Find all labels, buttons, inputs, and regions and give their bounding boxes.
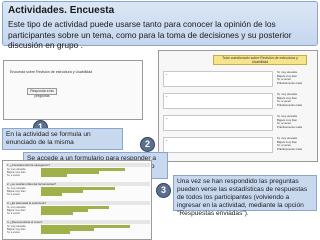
form-header: Todo cuestionario sobre Revisión de estr… <box>213 55 307 65</box>
question-3[interactable]: * <box>163 115 273 131</box>
result-question: 4. ¿Recomendaría el curso? <box>6 220 150 224</box>
page-title: Actividades. Encuesta <box>8 5 115 16</box>
result-question: 1. ¿Considera fácil la navegación? <box>6 163 150 167</box>
result-block: 4. ¿Recomendaría el curso? Si, muy elevad… <box>6 220 150 234</box>
survey-title-line: Encuesta sobre Revisión de estructura y … <box>10 70 93 74</box>
note-step-1: En la actividad se formula un enunciado … <box>2 128 123 150</box>
results-panel: 1. ¿Considera fácil la navegación? Si, mu… <box>2 160 152 240</box>
question-marker: * <box>166 73 168 77</box>
result-question: 2. ¿Le resultan útiles las herramientas? <box>6 182 150 186</box>
note-step-3: Una vez se han respondido las preguntas … <box>173 175 317 217</box>
option[interactable]: Prácticamente nada <box>277 81 315 86</box>
options-1[interactable]: Si, muy elevada Bajo/a muy bien Sí, a ve… <box>277 70 315 87</box>
options-3[interactable]: Si, muy elevada Bajo/a muy bien Sí, a ve… <box>277 114 315 131</box>
question-marker: * <box>166 95 168 99</box>
survey-intro-panel: Encuesta sobre Revisión de estructura y … <box>3 60 143 120</box>
step-2-badge: 2 <box>140 137 155 152</box>
result-option-label: Sí, a veces <box>7 193 20 196</box>
question-marker: * <box>166 139 168 143</box>
result-option-label: Sí, a veces <box>7 174 20 177</box>
question-marker: * <box>166 117 168 121</box>
result-question: 3. ¿Es adecuada la estructura? <box>6 201 150 205</box>
options-4[interactable]: Si, muy elevada Bajo/a muy bien Sí, a ve… <box>277 136 315 153</box>
step-3-badge: 3 <box>156 183 171 198</box>
result-option-label: Sí, a veces <box>7 212 20 215</box>
option[interactable]: Prácticamente nada <box>277 125 315 130</box>
result-bar <box>41 174 68 177</box>
result-bar <box>41 193 62 196</box>
survey-form-panel: Todo cuestionario sobre Revisión de estr… <box>158 50 318 162</box>
page-description: Este tipo de actividad puede usarse tant… <box>8 19 292 50</box>
result-bar <box>41 212 73 215</box>
answer-questions-button[interactable]: Responda a las preguntas <box>27 88 57 98</box>
question-2[interactable]: * <box>163 93 273 109</box>
question-4[interactable]: * <box>163 137 273 153</box>
result-block: 3. ¿Es adecuada la estructura? Si, muy el… <box>6 201 150 215</box>
question-1[interactable]: * <box>163 71 273 87</box>
result-block: 1. ¿Considera fácil la navegación? Si, mu… <box>6 163 150 177</box>
result-bar <box>41 231 71 234</box>
result-option-label: Sí, a veces <box>7 231 20 234</box>
option[interactable]: Prácticamente nada <box>277 147 315 152</box>
header-box: Actividades. Encuesta Este tipo de activ… <box>2 1 318 50</box>
option[interactable]: Prácticamente nada <box>277 103 315 108</box>
result-block: 2. ¿Le resultan útiles las herramientas?… <box>6 182 150 196</box>
options-2[interactable]: Si, muy elevada Bajo/a muy bien Sí, a ve… <box>277 92 315 109</box>
